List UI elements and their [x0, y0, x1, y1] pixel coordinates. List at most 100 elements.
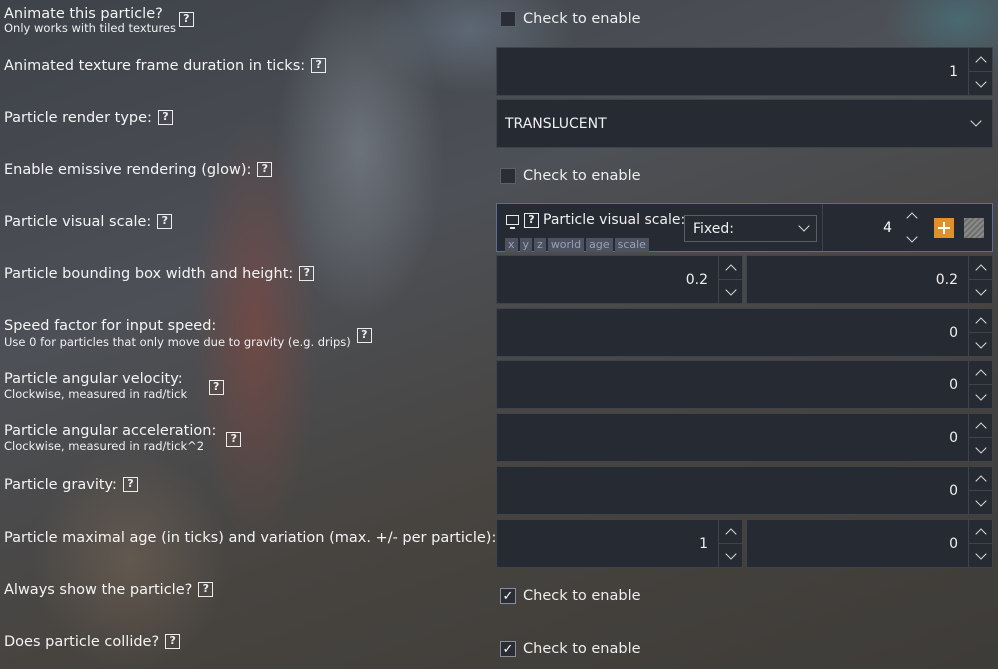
- spinner-down-icon[interactable]: [900, 228, 924, 252]
- help-icon[interactable]: ?: [208, 379, 224, 395]
- spinner-down-icon[interactable]: [969, 544, 992, 567]
- help-icon[interactable]: ?: [122, 477, 138, 492]
- tag-age[interactable]: age: [586, 238, 613, 252]
- bbox-width-value: 0.2: [685, 271, 708, 288]
- help-icon[interactable]: ?: [311, 58, 327, 73]
- frame-duration-label: Animated texture frame duration in ticks…: [4, 58, 306, 74]
- spinner-down-icon[interactable]: [969, 491, 992, 514]
- tag-x[interactable]: x: [505, 238, 518, 252]
- visual-scale-mode-value: Fixed:: [693, 220, 734, 237]
- plus-icon[interactable]: [934, 218, 954, 238]
- render-type-select[interactable]: TRANSLUCENT: [496, 99, 993, 148]
- always-show-checkbox-row[interactable]: ✓ Check to enable: [500, 588, 641, 604]
- visual-scale-number[interactable]: 4: [822, 204, 924, 251]
- speed-factor-label: Speed factor for input speed:: [4, 318, 217, 334]
- row-speed-factor: Speed factor for input speed: Use 0 for …: [0, 308, 998, 358]
- gravity-input[interactable]: 0: [496, 466, 993, 515]
- bbox-width-input[interactable]: 0.2: [496, 255, 743, 304]
- always-show-checkbox[interactable]: ✓: [500, 588, 516, 604]
- spinner-up-icon[interactable]: [969, 520, 992, 544]
- spinner-up-icon[interactable]: [969, 309, 992, 333]
- speed-factor-spinner[interactable]: [968, 309, 992, 356]
- tag-z[interactable]: z: [534, 238, 546, 252]
- angular-velocity-spinner[interactable]: [968, 361, 992, 408]
- max-age-spinner[interactable]: [718, 520, 742, 567]
- frame-duration-input[interactable]: 1: [496, 47, 993, 96]
- row-collide: Does particle collide?? ✓ Check to enabl…: [0, 623, 998, 669]
- row-angular-acceleration: Particle angular acceleration:? Clockwis…: [0, 413, 998, 463]
- help-icon[interactable]: ?: [198, 582, 214, 597]
- variable-tags: x y z world age scale: [505, 233, 651, 252]
- spinner-down-icon[interactable]: [719, 544, 742, 567]
- visual-scale-spinner[interactable]: [900, 204, 924, 251]
- tag-scale[interactable]: scale: [614, 238, 649, 252]
- angular-velocity-input[interactable]: 0: [496, 360, 993, 409]
- age-variation-value: 0: [949, 535, 958, 552]
- help-icon[interactable]: ?: [299, 266, 315, 281]
- row-gravity: Particle gravity:? 0: [0, 466, 998, 516]
- spinner-down-icon[interactable]: [969, 385, 992, 408]
- spinner-up-icon[interactable]: [969, 467, 992, 491]
- frame-duration-spinner[interactable]: [968, 48, 992, 95]
- render-type-label: Particle render type:: [4, 110, 152, 126]
- spinner-down-icon[interactable]: [969, 72, 992, 95]
- help-icon[interactable]: ?: [524, 212, 539, 228]
- gravity-spinner[interactable]: [968, 467, 992, 514]
- row-frame-duration: Animated texture frame duration in ticks…: [0, 47, 998, 97]
- row-animate: Animate this particle?? Only works with …: [0, 0, 998, 50]
- gravity-value: 0: [949, 482, 958, 499]
- bbox-width-spinner[interactable]: [718, 256, 742, 303]
- spinner-up-icon[interactable]: [719, 520, 742, 544]
- tag-world[interactable]: world: [547, 238, 585, 252]
- chevron-down-icon: [970, 114, 982, 127]
- speed-factor-value: 0: [949, 324, 958, 341]
- age-variation-spinner[interactable]: [968, 520, 992, 567]
- collide-checkbox[interactable]: ✓: [500, 641, 516, 657]
- spinner-up-icon[interactable]: [969, 414, 992, 438]
- bbox-height-input[interactable]: 0.2: [746, 255, 993, 304]
- visual-scale-mode-select[interactable]: Fixed:: [684, 215, 817, 242]
- chevron-down-icon: [798, 219, 810, 232]
- spinner-up-icon[interactable]: [719, 256, 742, 280]
- max-age-input[interactable]: 1: [496, 519, 743, 568]
- visual-scale-panel-label: Particle visual scale:: [543, 212, 686, 228]
- tag-y[interactable]: y: [519, 238, 533, 252]
- animate-checkbox[interactable]: [500, 11, 516, 27]
- help-icon[interactable]: ?: [157, 214, 173, 229]
- frame-duration-value: 1: [949, 63, 958, 80]
- spinner-up-icon[interactable]: [969, 361, 992, 385]
- help-icon[interactable]: ?: [157, 110, 173, 125]
- max-age-label: Particle maximal age (in ticks) and vari…: [4, 530, 497, 546]
- help-icon[interactable]: ?: [257, 162, 273, 177]
- spinner-up-icon[interactable]: [900, 204, 924, 228]
- help-icon[interactable]: ?: [178, 12, 194, 27]
- texture-icon[interactable]: [964, 218, 984, 238]
- spinner-down-icon[interactable]: [969, 438, 992, 461]
- spinner-up-icon[interactable]: [969, 48, 992, 72]
- emissive-checkbox[interactable]: [500, 168, 516, 184]
- speed-factor-input[interactable]: 0: [496, 308, 993, 357]
- spinner-up-icon[interactable]: [969, 256, 992, 280]
- visual-scale-panel: ? Particle visual scale: x y z world age scal…: [496, 203, 993, 252]
- spinner-down-icon[interactable]: [719, 280, 742, 303]
- collide-checkbox-row[interactable]: ✓ Check to enable: [500, 641, 641, 657]
- help-icon[interactable]: ?: [226, 431, 242, 447]
- spinner-down-icon[interactable]: [969, 333, 992, 356]
- animate-checkbox-row[interactable]: Check to enable: [500, 11, 641, 27]
- row-emissive: Enable emissive rendering (glow):? Check…: [0, 151, 998, 201]
- age-variation-input[interactable]: 0: [746, 519, 993, 568]
- render-type-value: TRANSLUCENT: [505, 115, 607, 132]
- row-render-type: Particle render type:? TRANSLUCENT: [0, 99, 998, 149]
- emissive-checkbox-row[interactable]: Check to enable: [500, 168, 641, 184]
- help-icon[interactable]: ?: [165, 634, 181, 649]
- always-show-label: Always show the particle?: [4, 582, 193, 598]
- row-visual-scale: Particle visual scale:? ? Particle visua…: [0, 203, 998, 253]
- speed-factor-sublabel: Use 0 for particles that only move due t…: [4, 335, 351, 349]
- help-icon[interactable]: ?: [356, 328, 372, 343]
- angular-velocity-value: 0: [949, 376, 958, 393]
- angular-accel-spinner[interactable]: [968, 414, 992, 461]
- angular-accel-input[interactable]: 0: [496, 413, 993, 462]
- spinner-down-icon[interactable]: [969, 280, 992, 303]
- angular-velocity-label: Particle angular velocity:: [4, 371, 183, 387]
- bbox-height-spinner[interactable]: [968, 256, 992, 303]
